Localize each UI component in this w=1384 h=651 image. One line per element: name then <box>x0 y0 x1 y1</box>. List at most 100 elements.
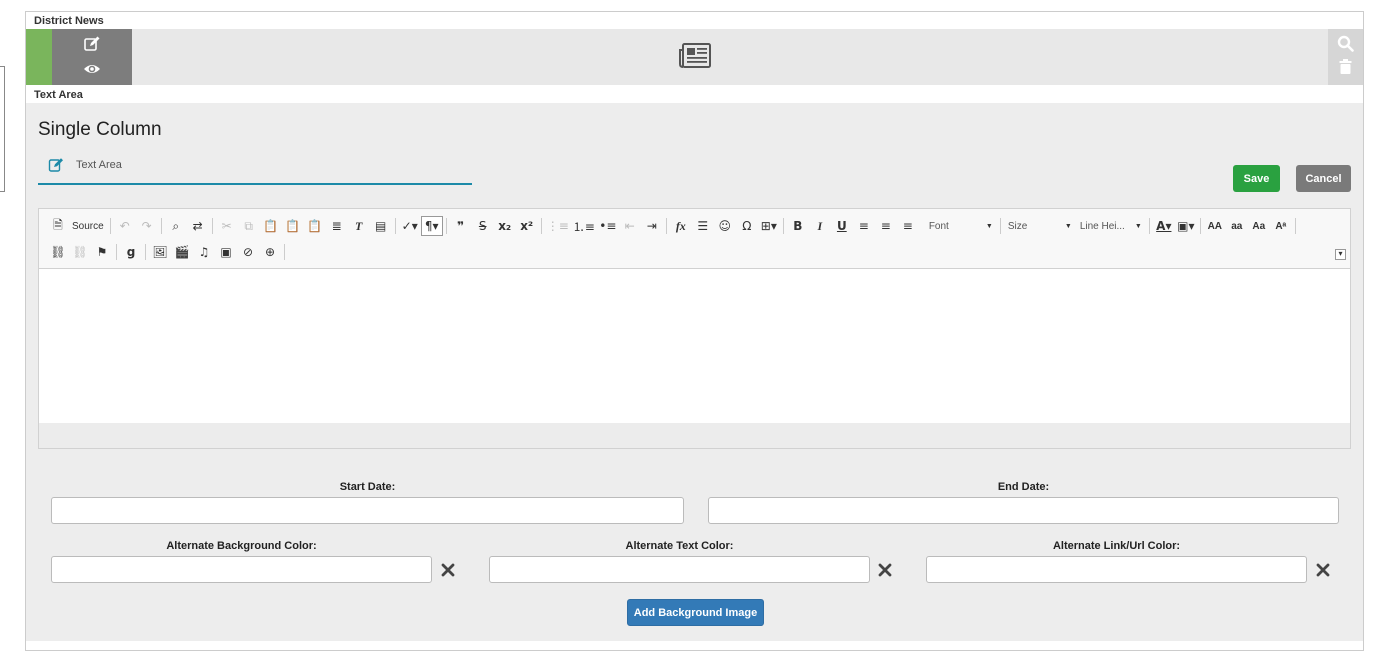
chevron-down-icon: ▼ <box>1134 222 1142 230</box>
module-frame: District News Text Area Single Column Te… <box>25 11 1364 651</box>
edit-icon[interactable] <box>83 35 101 53</box>
templates-icon[interactable]: ▤ <box>370 216 392 236</box>
preview-eye-icon[interactable] <box>83 60 101 78</box>
module-controls <box>52 29 132 85</box>
formula-icon[interactable]: fx <box>670 216 692 236</box>
add-background-image-button[interactable]: Add Background Image <box>627 599 764 626</box>
align-right-icon[interactable]: ≡ <box>897 216 919 236</box>
flash-icon[interactable]: ⊘ <box>237 242 259 262</box>
text-color-icon[interactable]: A▾ <box>1153 216 1175 236</box>
separator <box>665 218 667 234</box>
underline-icon[interactable]: U <box>831 216 853 236</box>
size-dropdown-label: Size <box>1007 220 1028 232</box>
video-icon[interactable]: 🎬 <box>171 242 193 262</box>
newspaper-icon <box>679 43 711 68</box>
right-controls <box>1328 29 1363 85</box>
subscript-icon[interactable]: x₂ <box>494 216 516 236</box>
end-date-input[interactable] <box>708 497 1339 524</box>
alt-link-color-label: Alternate Link/Url Color: <box>1052 540 1181 552</box>
numbered-list-icon[interactable]: ⒈≡ <box>571 216 597 236</box>
district-news-label: District News <box>34 15 104 27</box>
toolbar-row-2: ⛓ ⛓ ⚑ g 🖼 🎬 ♫ ▣ ⊘ ⊕ <box>47 241 288 263</box>
paste-word-icon[interactable]: 📋 <box>304 216 326 236</box>
paste-text-icon[interactable]: 📋 <box>282 216 304 236</box>
separator <box>782 218 784 234</box>
remove-format-icon[interactable]: T <box>348 216 370 236</box>
source-button[interactable]: Source <box>69 216 107 236</box>
text-area-section-label: Text Area <box>34 89 83 101</box>
indent-icon[interactable]: ⇥ <box>641 216 663 236</box>
replace-icon[interactable]: ⇄ <box>187 216 209 236</box>
outdent-icon[interactable]: ⇤ <box>619 216 641 236</box>
superscript-icon[interactable]: x² <box>516 216 538 236</box>
bulleted-list-icon[interactable]: •≡ <box>597 216 619 236</box>
module-name-input[interactable] <box>76 159 456 171</box>
separator <box>999 218 1001 234</box>
strikethrough-icon[interactable]: S <box>472 216 494 236</box>
clear-background-color-icon[interactable] <box>441 563 455 577</box>
globe-icon[interactable]: ⊕ <box>259 242 281 262</box>
horizontal-line-icon[interactable]: ☰ <box>692 216 714 236</box>
font-dropdown[interactable]: Font ▼ <box>925 217 997 235</box>
trash-icon[interactable] <box>1337 58 1354 75</box>
separator <box>145 244 146 260</box>
case-toggle-icon[interactable]: Aᵃ <box>1270 216 1292 236</box>
search-icon[interactable] <box>1337 35 1354 52</box>
copy-icon[interactable]: ⧉ <box>238 216 260 236</box>
left-collapsed-tab[interactable] <box>0 66 5 192</box>
uppercase-icon[interactable]: AA <box>1204 216 1226 236</box>
capitalize-icon[interactable]: Aa <box>1248 216 1270 236</box>
alt-background-color-label: Alternate Background Color: <box>166 540 317 552</box>
format-painter-icon[interactable]: ≣ <box>326 216 348 236</box>
audio-icon[interactable]: ♫ <box>193 242 215 262</box>
start-date-input[interactable] <box>51 497 684 524</box>
cancel-button[interactable]: Cancel <box>1296 165 1351 192</box>
emoji-icon[interactable]: ☺ <box>714 216 736 236</box>
align-left-icon[interactable]: ≡ <box>853 216 875 236</box>
end-date-label: End Date: <box>997 481 1050 493</box>
editor-content-area[interactable] <box>39 269 1350 423</box>
alt-background-color-input[interactable] <box>51 556 432 583</box>
alt-text-color-input[interactable] <box>489 556 870 583</box>
editor-panel: Single Column Save Cancel 🗎Source ↶ ↷ ⌕ … <box>26 103 1363 641</box>
unlink-icon[interactable]: ⛓ <box>69 242 91 262</box>
table-icon[interactable]: ⊞▾ <box>758 216 780 236</box>
redo-icon[interactable]: ↷ <box>136 216 158 236</box>
edit-name-icon <box>48 158 63 172</box>
source-icon[interactable]: 🗎 <box>47 216 69 236</box>
image-icon[interactable]: 🖼 <box>149 242 171 262</box>
clear-link-color-icon[interactable] <box>1316 563 1330 577</box>
editor-toolbar: 🗎 Source ↶ ↷ ⌕ ⇄ ✂ ⧉ 📋 📋 📋 ≣ T ▤ ✓▾ ¶▾ ❞… <box>39 209 1350 269</box>
cut-icon[interactable]: ✂ <box>216 216 238 236</box>
blockquote-icon[interactable]: ❞ <box>450 216 472 236</box>
background-color-icon[interactable]: ▣▾ <box>1175 216 1197 236</box>
find-icon[interactable]: ⌕ <box>165 216 187 236</box>
spellcheck-icon[interactable]: ✓▾ <box>399 216 421 236</box>
toolbar-collapse-icon[interactable]: ▾ <box>1335 249 1346 260</box>
drag-handle-strip[interactable] <box>26 29 52 85</box>
clear-text-color-icon[interactable] <box>878 563 892 577</box>
align-center-icon[interactable]: ≡ <box>875 216 897 236</box>
line-height-dropdown[interactable]: Line Hei... ▼ <box>1076 217 1146 235</box>
news-module-bar <box>26 29 1363 85</box>
save-button[interactable]: Save <box>1233 165 1280 192</box>
multilevel-list-icon[interactable]: ⋮≡ <box>545 216 571 236</box>
bold-icon[interactable]: B <box>787 216 809 236</box>
size-dropdown[interactable]: Size ▼ <box>1004 217 1076 235</box>
anchor-flag-icon[interactable]: ⚑ <box>91 242 113 262</box>
media-embed-icon[interactable]: ▣ <box>215 242 237 262</box>
alt-link-color-input[interactable] <box>926 556 1307 583</box>
google-icon[interactable]: g <box>120 242 142 262</box>
paste-icon[interactable]: 📋 <box>260 216 282 236</box>
separator <box>394 218 396 234</box>
special-char-icon[interactable]: Ω <box>736 216 758 236</box>
start-date-label: Start Date: <box>339 481 396 493</box>
styles-dropdown-icon[interactable]: ¶▾ <box>420 216 443 236</box>
undo-icon[interactable]: ↶ <box>114 216 136 236</box>
chevron-down-icon: ▼ <box>985 222 993 230</box>
link-icon[interactable]: ⛓ <box>47 242 69 262</box>
module-name-row <box>38 155 472 185</box>
lowercase-icon[interactable]: aa <box>1226 216 1248 236</box>
italic-icon[interactable]: I <box>809 216 831 236</box>
separator <box>109 218 111 234</box>
